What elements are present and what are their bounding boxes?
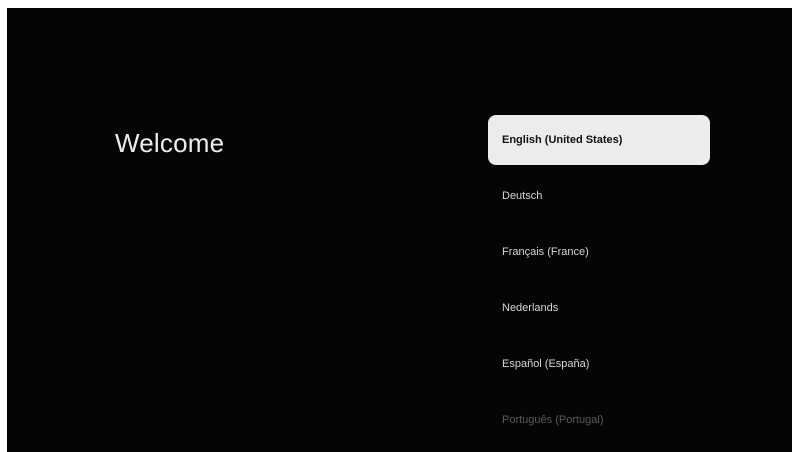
language-option-portugues[interactable]: Português (Portugal) xyxy=(488,395,710,445)
language-list: English (United States) Deutsch Français… xyxy=(488,115,710,451)
language-option-deutsch[interactable]: Deutsch xyxy=(488,171,710,221)
language-option-espanol[interactable]: Español (España) xyxy=(488,339,710,389)
language-option-nederlands[interactable]: Nederlands xyxy=(488,283,710,333)
language-option-francais[interactable]: Français (France) xyxy=(488,227,710,277)
language-option-english-us[interactable]: English (United States) xyxy=(488,115,710,165)
tv-setup-screen: Welcome English (United States) Deutsch … xyxy=(7,8,792,452)
page-title: Welcome xyxy=(115,128,225,158)
